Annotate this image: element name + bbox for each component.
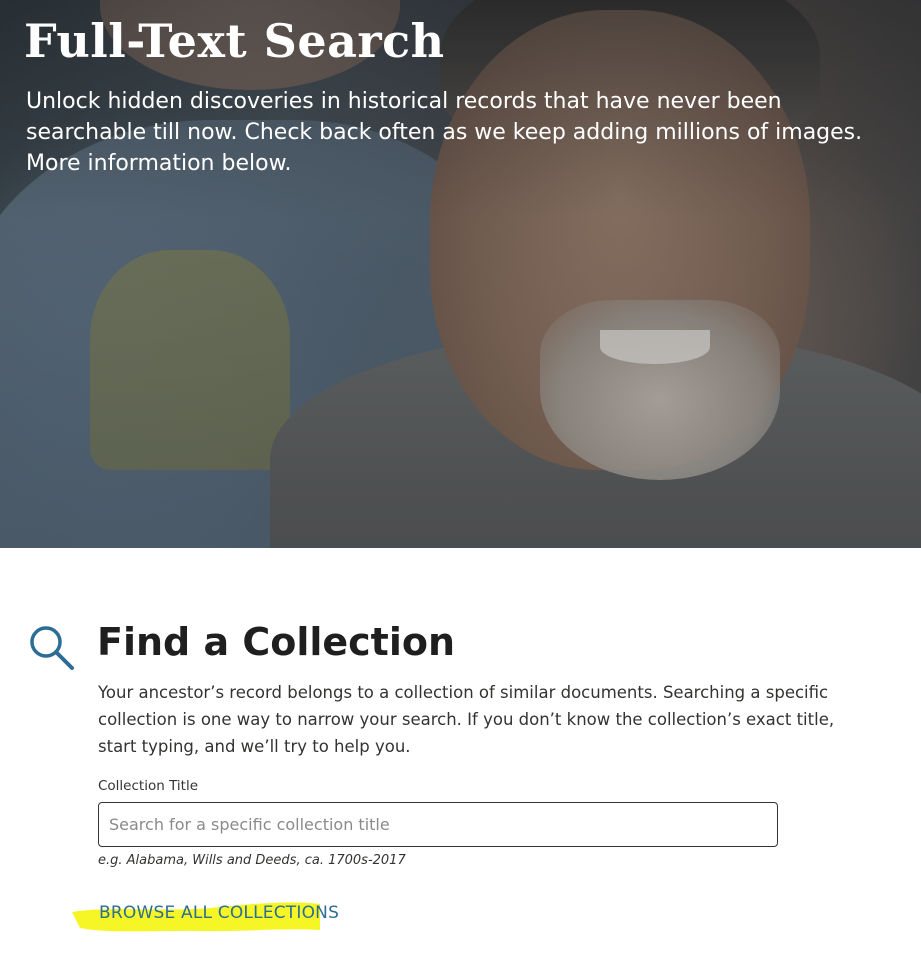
browse-all-collections-link[interactable]: BROWSE ALL COLLECTIONS — [99, 903, 339, 923]
hero-overlay — [0, 0, 921, 548]
section-title: Find a Collection — [97, 620, 456, 664]
hero-banner: Full-Text Search Unlock hidden discoveri… — [0, 0, 921, 548]
page-title: Full-Text Search — [24, 14, 445, 68]
collection-example-hint: e.g. Alabama, Wills and Deeds, ca. 1700s… — [98, 853, 406, 868]
collection-title-input[interactable] — [98, 802, 778, 847]
collection-title-label: Collection Title — [98, 778, 198, 794]
search-icon — [30, 626, 74, 670]
section-description: Your ancestor’s record belongs to a coll… — [98, 683, 835, 756]
hero-description: Unlock hidden discoveries in historical … — [26, 89, 863, 176]
